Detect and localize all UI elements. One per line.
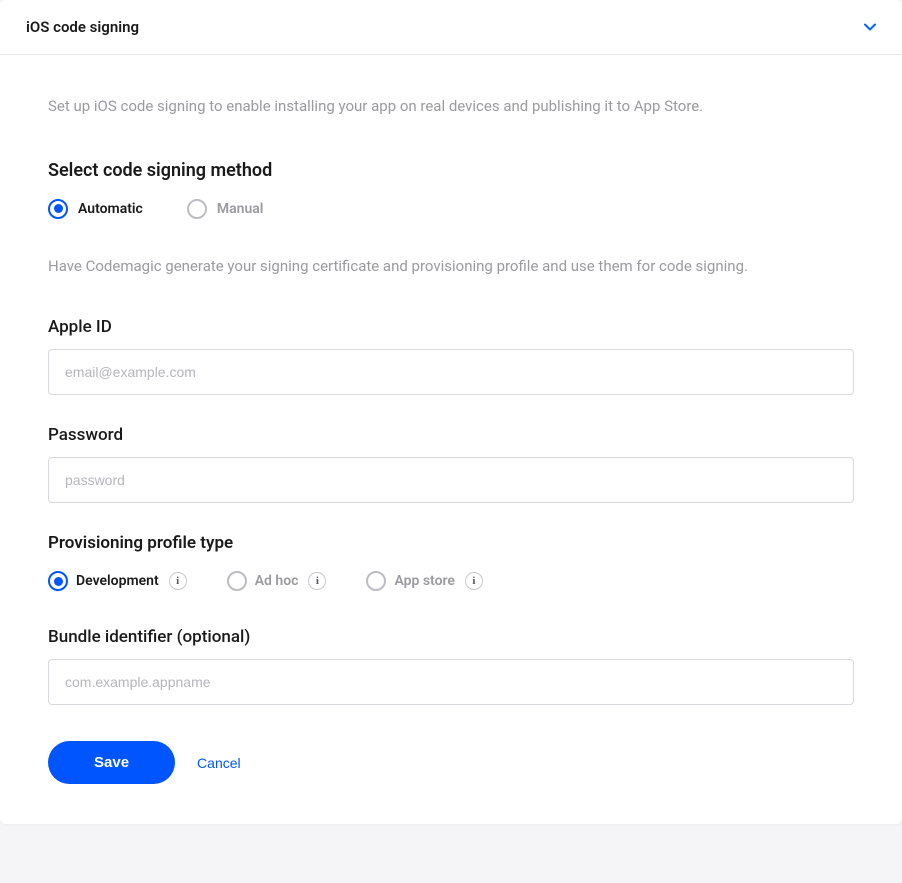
- info-icon[interactable]: i: [465, 572, 483, 590]
- action-row: Save Cancel: [48, 741, 854, 784]
- signing-method-group: Automatic Manual: [48, 199, 854, 219]
- info-icon[interactable]: i: [169, 572, 187, 590]
- info-icon[interactable]: i: [308, 572, 326, 590]
- bundle-id-label: Bundle identifier (optional): [48, 627, 854, 647]
- cancel-button[interactable]: Cancel: [197, 755, 241, 771]
- password-label: Password: [48, 425, 854, 445]
- radio-label: Automatic: [78, 201, 143, 217]
- panel-title: iOS code signing: [26, 18, 139, 36]
- radio-manual[interactable]: Manual: [187, 199, 264, 219]
- radio-automatic[interactable]: Automatic: [48, 199, 143, 219]
- intro-text: Set up iOS code signing to enable instal…: [48, 95, 854, 118]
- radio-label: Manual: [217, 201, 264, 217]
- radio-icon: [48, 199, 68, 219]
- radio-label: Development: [76, 573, 159, 589]
- method-heading: Select code signing method: [48, 160, 854, 181]
- ios-code-signing-panel: iOS code signing Set up iOS code signing…: [0, 0, 902, 824]
- chevron-down-icon: [864, 19, 876, 35]
- panel-header[interactable]: iOS code signing: [0, 0, 902, 55]
- apple-id-group: Apple ID: [48, 317, 854, 395]
- radio-icon: [187, 199, 207, 219]
- bundle-id-group: Bundle identifier (optional): [48, 627, 854, 705]
- password-input[interactable]: [48, 457, 854, 503]
- panel-body: Set up iOS code signing to enable instal…: [0, 55, 902, 824]
- radio-label: App store: [394, 573, 455, 589]
- radio-icon: [366, 571, 386, 591]
- radio-adhoc[interactable]: Ad hoc i: [227, 571, 327, 591]
- apple-id-label: Apple ID: [48, 317, 854, 337]
- radio-icon: [227, 571, 247, 591]
- radio-appstore[interactable]: App store i: [366, 571, 483, 591]
- radio-development[interactable]: Development i: [48, 571, 187, 591]
- bundle-id-input[interactable]: [48, 659, 854, 705]
- password-group: Password: [48, 425, 854, 503]
- profile-type-group: Development i Ad hoc i App store i: [48, 571, 854, 591]
- radio-label: Ad hoc: [255, 573, 299, 589]
- radio-icon: [48, 571, 68, 591]
- profile-heading: Provisioning profile type: [48, 533, 854, 553]
- save-button[interactable]: Save: [48, 741, 175, 784]
- method-description: Have Codemagic generate your signing cer…: [48, 255, 854, 278]
- apple-id-input[interactable]: [48, 349, 854, 395]
